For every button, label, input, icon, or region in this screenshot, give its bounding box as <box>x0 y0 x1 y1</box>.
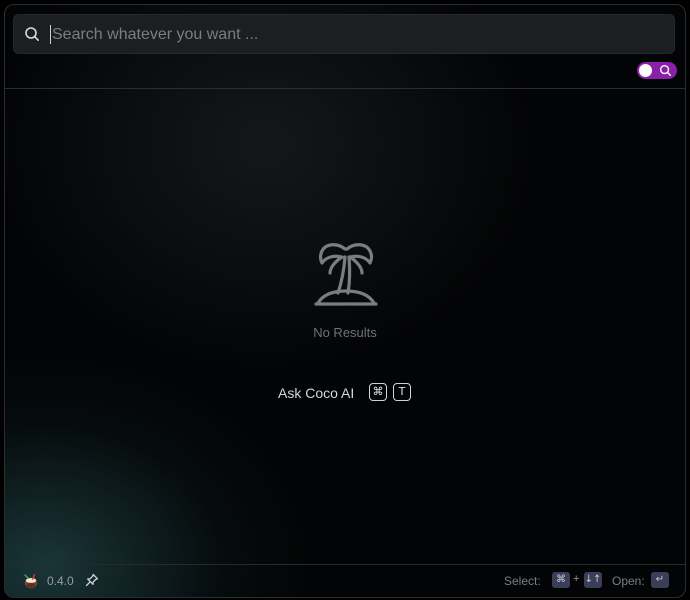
toggle-knob <box>639 64 652 77</box>
version-label: 0.4.0 <box>47 574 74 588</box>
header-divider <box>5 88 685 89</box>
footer: 0.4.0 Select: ⌘ + ↓↑ Open: ↵ <box>5 565 685 597</box>
select-hint-label: Select: <box>504 574 541 588</box>
palm-island-icon <box>314 243 378 306</box>
pin-icon[interactable] <box>85 573 99 587</box>
search-icon <box>25 27 39 41</box>
ask-coco-ai-label: Ask Coco AI <box>278 385 355 401</box>
search-bar[interactable] <box>13 14 675 54</box>
plus-separator: + <box>573 573 580 585</box>
arrow-keys-badge: ↓↑ <box>584 572 602 588</box>
launcher-window: No Results Ask Coco AI ⌘ T 0.4.0 Select:… <box>4 4 686 598</box>
search-icon <box>659 64 672 77</box>
coco-logo-icon[interactable] <box>23 573 39 589</box>
search-mode-toggle[interactable] <box>637 62 677 79</box>
t-key-badge: T <box>393 383 411 401</box>
text-caret <box>50 25 51 44</box>
command-key-badge: ⌘ <box>369 383 387 401</box>
command-key-badge: ⌘ <box>552 572 570 588</box>
search-input[interactable] <box>52 24 652 46</box>
enter-key-badge: ↵ <box>651 572 669 588</box>
open-hint-label: Open: <box>612 574 645 588</box>
no-results-message: No Results <box>313 325 377 340</box>
